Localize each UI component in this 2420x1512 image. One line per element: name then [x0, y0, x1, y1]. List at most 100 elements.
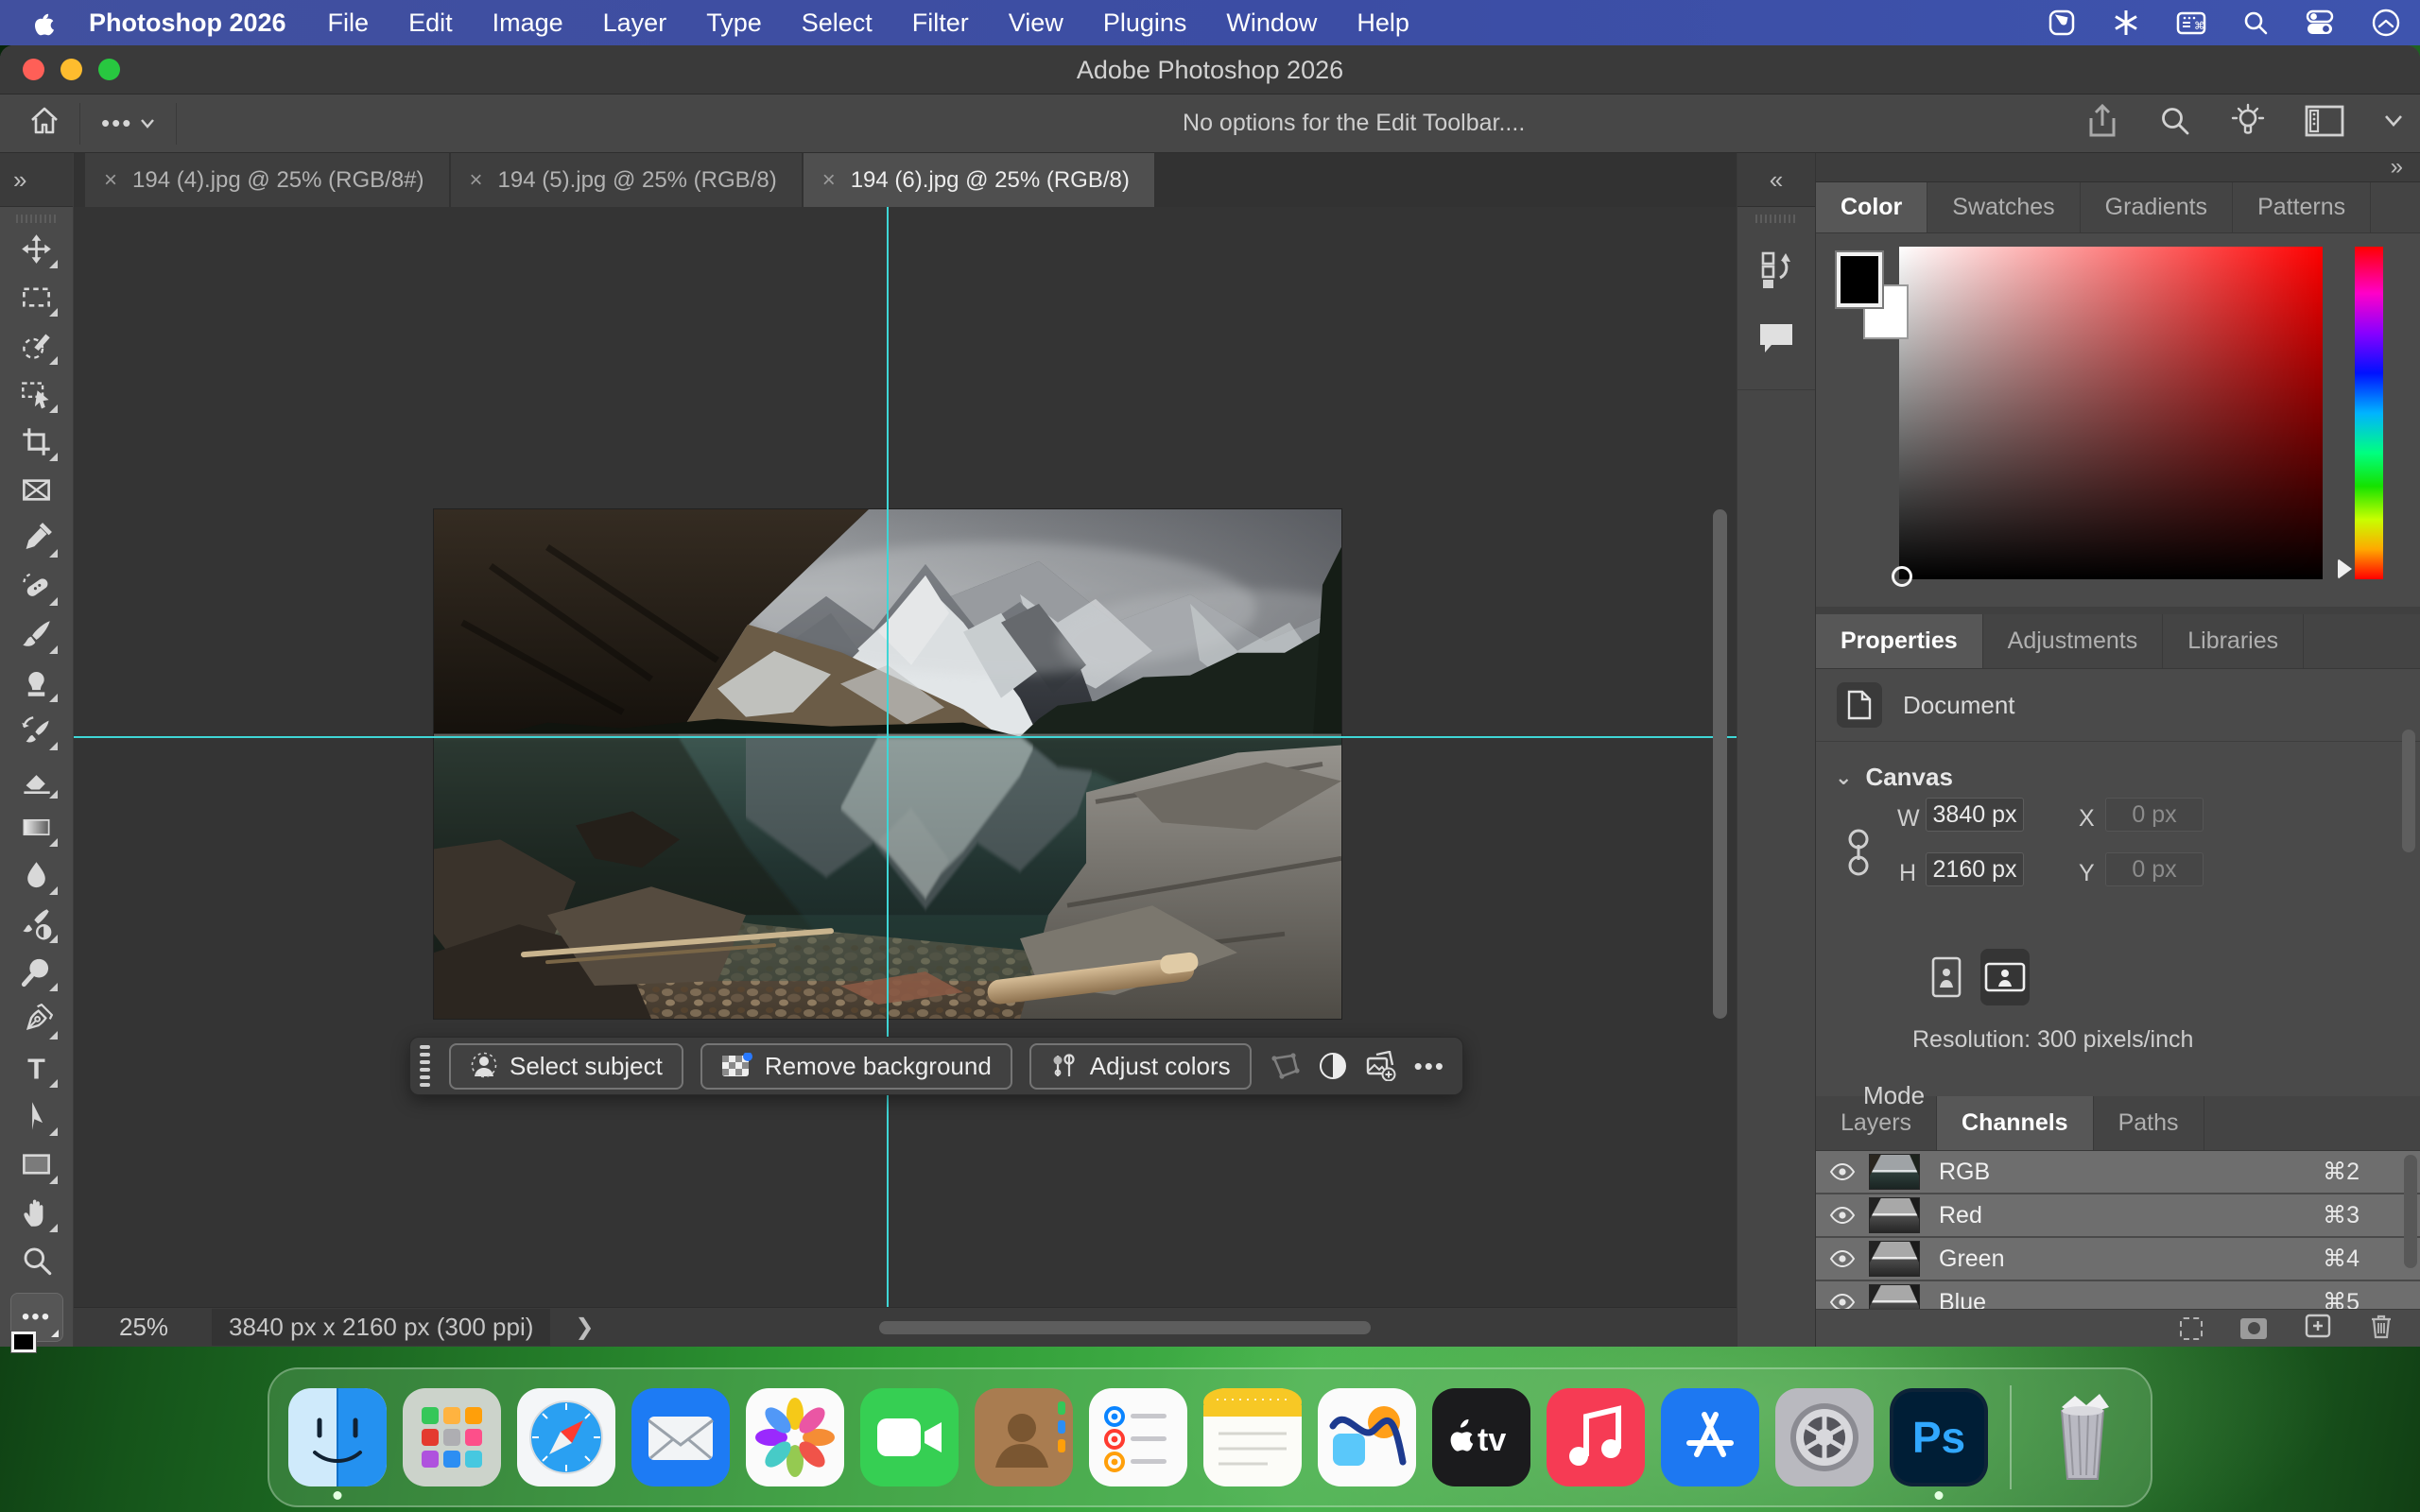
dodge-tool[interactable]: [12, 948, 61, 996]
panel-collapse-control[interactable]: «: [1737, 153, 1815, 207]
menu-plugins[interactable]: Plugins: [1103, 9, 1187, 38]
control-center-icon[interactable]: [2305, 9, 2335, 36]
landscape-orientation-button[interactable]: [1980, 949, 2030, 1005]
new-channel-icon[interactable]: [2305, 1314, 2331, 1343]
visibility-eye-icon[interactable]: [1816, 1163, 1869, 1180]
channel-row-green[interactable]: Green ⌘4: [1816, 1238, 2420, 1281]
rectangular-marquee-tool[interactable]: [12, 273, 61, 321]
vertical-guide[interactable]: [887, 207, 889, 1309]
hand-tool[interactable]: [12, 1189, 61, 1237]
selection-brush-tool[interactable]: [12, 321, 61, 369]
canvas-viewport[interactable]: Select subject Remove background Adjust …: [74, 207, 1737, 1347]
document-tab-3-active[interactable]: ×194 (6).jpg @ 25% (RGB/8): [804, 153, 1154, 207]
workspace-chevron-icon[interactable]: [2384, 114, 2403, 132]
menu-layer[interactable]: Layer: [603, 9, 667, 38]
clone-stamp-tool[interactable]: [12, 659, 61, 707]
home-icon[interactable]: [28, 105, 60, 142]
spotlight-search-icon[interactable]: [2242, 9, 2269, 36]
blur-tool[interactable]: [12, 851, 61, 900]
horizontal-scrollbar[interactable]: [879, 1321, 1371, 1334]
dock-app-store-icon[interactable]: [1661, 1388, 1759, 1486]
dock-mail-icon[interactable]: [631, 1388, 730, 1486]
tab-properties[interactable]: Properties: [1816, 614, 1983, 668]
foreground-color-swatch-partial[interactable]: [11, 1332, 36, 1352]
eraser-tool[interactable]: [12, 755, 61, 803]
spot-healing-brush-tool[interactable]: [12, 562, 61, 610]
add-image-icon[interactable]: [1365, 1051, 1397, 1081]
frame-tool[interactable]: [12, 466, 61, 514]
dock-launchpad-icon[interactable]: [403, 1388, 501, 1486]
eyedropper-tool[interactable]: [12, 514, 61, 562]
height-field[interactable]: [1926, 852, 2024, 886]
path-selection-tool[interactable]: [12, 1092, 61, 1141]
document-tab-1[interactable]: ×194 (4).jpg @ 25% (RGB/8#): [85, 153, 449, 207]
tab-patterns[interactable]: Patterns: [2233, 182, 2371, 232]
link-dimensions-icon[interactable]: [1844, 824, 1873, 887]
history-panel-icon[interactable]: [1757, 249, 1795, 294]
search-icon[interactable]: [2159, 105, 2191, 142]
dock-system-settings-icon[interactable]: [1775, 1388, 1874, 1486]
dock-facetime-icon[interactable]: [860, 1388, 959, 1486]
dock-music-icon[interactable]: [1547, 1388, 1645, 1486]
tab-paths[interactable]: Paths: [2094, 1096, 2204, 1150]
close-tab-icon[interactable]: ×: [104, 167, 117, 194]
snowflake-status-icon[interactable]: [2112, 9, 2140, 37]
tab-adjustments[interactable]: Adjustments: [1983, 614, 2164, 668]
contrast-icon[interactable]: [1318, 1051, 1348, 1081]
adjust-colors-button[interactable]: Adjust colors: [1029, 1043, 1252, 1090]
menu-window[interactable]: Window: [1226, 9, 1317, 38]
channel-row-red[interactable]: Red ⌘3: [1816, 1194, 2420, 1238]
hue-slider[interactable]: [2355, 247, 2383, 579]
load-channel-as-selection-icon[interactable]: [2180, 1317, 2203, 1340]
tab-gradients[interactable]: Gradients: [2081, 182, 2233, 232]
dock-notes-icon[interactable]: [1203, 1388, 1302, 1486]
save-selection-as-channel-icon[interactable]: [2240, 1318, 2267, 1339]
select-subject-button[interactable]: Select subject: [449, 1043, 683, 1090]
remove-background-button[interactable]: Remove background: [700, 1043, 1012, 1090]
toolbar-grip[interactable]: [16, 215, 58, 223]
width-field[interactable]: [1926, 798, 2024, 832]
dock-reminders-icon[interactable]: [1089, 1388, 1187, 1486]
share-icon[interactable]: [2085, 103, 2119, 144]
channel-thumbnail[interactable]: [1869, 1284, 1920, 1309]
zoom-tool[interactable]: [12, 1237, 61, 1285]
object-selection-tool[interactable]: [12, 369, 61, 418]
channels-scrollbar[interactable]: [2404, 1155, 2417, 1268]
channel-row-rgb[interactable]: RGB ⌘2: [1816, 1151, 2420, 1194]
type-tool[interactable]: T: [12, 1044, 61, 1092]
taskbar-more-button[interactable]: •••: [1414, 1052, 1445, 1081]
workspace-icon[interactable]: [2305, 105, 2344, 142]
canvas-section-header[interactable]: ⌄ Canvas: [1816, 742, 2420, 798]
panel-dock-expand-control[interactable]: »: [1816, 153, 2420, 182]
title-bar[interactable]: Adobe Photoshop 2026: [0, 45, 2420, 94]
dock-freeform-icon[interactable]: [1318, 1388, 1416, 1486]
dock-photoshop-icon[interactable]: Ps: [1890, 1388, 1988, 1486]
menu-file[interactable]: File: [328, 9, 370, 38]
brush-tool[interactable]: [12, 610, 61, 659]
close-tab-icon[interactable]: ×: [470, 167, 483, 194]
keyboard-command-status-icon[interactable]: ⌘: [2176, 9, 2206, 36]
visibility-eye-icon[interactable]: [1816, 1294, 1869, 1309]
status-chevron-icon[interactable]: ❯: [575, 1314, 594, 1341]
menu-view[interactable]: View: [1009, 9, 1063, 38]
menu-filter[interactable]: Filter: [912, 9, 969, 38]
menu-app-name[interactable]: Photoshop 2026: [89, 9, 286, 38]
tab-channels[interactable]: Channels: [1937, 1096, 2094, 1150]
discover-lightbulb-icon[interactable]: [2231, 103, 2265, 144]
color-field-marker[interactable]: [1892, 566, 1912, 587]
menu-type[interactable]: Type: [706, 9, 762, 38]
crop-tool[interactable]: [12, 418, 61, 466]
apple-menu-icon[interactable]: [32, 9, 55, 36]
toolbar-presets-button[interactable]: •••: [80, 109, 176, 138]
gradient-tool[interactable]: [12, 803, 61, 851]
dock-contacts-icon[interactable]: [975, 1388, 1073, 1486]
history-brush-tool[interactable]: [12, 707, 61, 755]
channel-thumbnail[interactable]: [1869, 1241, 1920, 1277]
clock-status-icon[interactable]: [2371, 8, 2401, 38]
tab-libraries[interactable]: Libraries: [2163, 614, 2304, 668]
saturation-brightness-field[interactable]: [1899, 247, 2323, 579]
properties-scrollbar[interactable]: [2402, 730, 2415, 852]
tab-swatches[interactable]: Swatches: [1927, 182, 2080, 232]
delete-channel-icon[interactable]: [2369, 1313, 2394, 1344]
menu-select[interactable]: Select: [802, 9, 873, 38]
